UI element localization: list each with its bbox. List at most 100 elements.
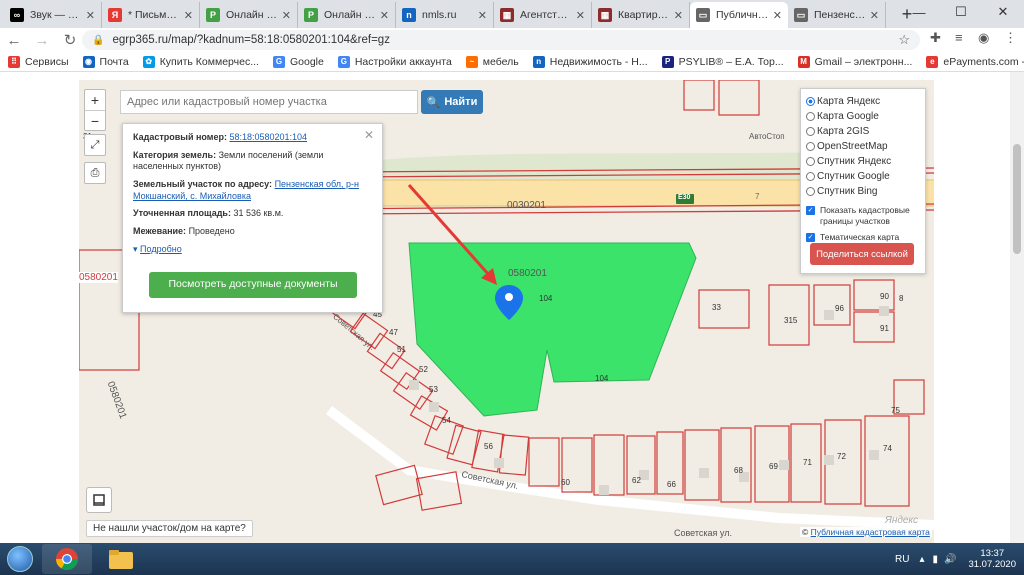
address-search-input[interactable]	[120, 90, 418, 114]
print-icon[interactable]: ⎙	[84, 162, 106, 184]
zoom-in-button[interactable]: +	[85, 90, 105, 110]
maximize-button[interactable]: ☐	[940, 0, 982, 24]
tab-close-icon[interactable]: ✕	[86, 9, 95, 22]
tab-title: Пензенская	[814, 9, 866, 21]
close-icon[interactable]: ✕	[364, 128, 374, 144]
fullscreen-icon[interactable]: ⤢	[84, 134, 106, 156]
basemap-option[interactable]: Карта 2GIS	[806, 124, 921, 139]
cadastral-map-link[interactable]: Публичная кадастровая карта	[811, 527, 930, 537]
scrollbar-thumb[interactable]	[1013, 144, 1021, 254]
bookmark-label: PSYLIB® – E.A. Тор...	[678, 55, 784, 68]
page-scrollbar[interactable]	[1010, 72, 1024, 543]
bookmark-icon: M	[797, 55, 810, 68]
start-button[interactable]	[2, 544, 38, 574]
tab-close-icon[interactable]: ✕	[380, 9, 389, 22]
view-documents-button[interactable]: Посмотреть доступные документы	[149, 272, 357, 298]
bookmark-star-icon[interactable]: ☆	[898, 32, 910, 48]
parcel-number: 68	[734, 466, 743, 475]
clock-date: 31.07.2020	[968, 559, 1016, 570]
bookmark-item[interactable]: G Настройки аккаунта	[337, 55, 452, 68]
browser-tab[interactable]: ▭ Публичная ✕	[690, 2, 788, 28]
bookmark-icon: ~	[465, 55, 478, 68]
language-indicator[interactable]: RU	[895, 554, 909, 565]
browser-tab[interactable]: P Онлайн под ✕	[298, 2, 396, 28]
parcel-number: 56	[484, 442, 493, 451]
browser-tab[interactable]: ▭ Пензенская ✕	[788, 2, 886, 28]
parcel-number: 60	[561, 478, 570, 487]
basemap-option[interactable]: OpenStreetMap	[806, 139, 921, 154]
boundaries-checkbox[interactable]: ✓ Показать кадастровые границы участков	[806, 205, 921, 226]
bookmark-item[interactable]: P PSYLIB® – E.A. Тор...	[661, 55, 784, 68]
copyright: © Публичная кадастровая карта	[800, 527, 932, 537]
bookmark-label: Gmail – электронн...	[814, 55, 913, 68]
search-button[interactable]: 🔍 Найти	[421, 90, 483, 114]
basemap-option[interactable]: Спутник Bing	[806, 184, 921, 199]
kadnum-link[interactable]: 58:18:0580201:104	[229, 132, 307, 142]
bookmark-label: Google	[289, 55, 324, 68]
minimize-button[interactable]: —	[898, 0, 940, 24]
bookmark-item[interactable]: ~ мебель	[465, 55, 519, 68]
tab-close-icon[interactable]: ✕	[282, 9, 291, 22]
browser-tab[interactable]: ∞ Звук — Экс ✕	[4, 2, 102, 28]
browser-tab[interactable]: ▦ Квартиры, I ✕	[592, 2, 690, 28]
bookmark-item[interactable]: G Google	[272, 55, 324, 68]
address-bar[interactable]: 🔒 egrp365.ru/map/?kadnum=58:18:0580201:1…	[82, 30, 920, 50]
extensions-icon[interactable]: ✚	[930, 30, 941, 46]
zoom-out-button[interactable]: −	[85, 110, 105, 130]
bookmark-item[interactable]: ◉ Почта	[82, 55, 129, 68]
browser-tab[interactable]: P Онлайн под ✕	[200, 2, 298, 28]
forward-button[interactable]: →	[28, 32, 56, 49]
share-link-button[interactable]: Поделиться ссылкой	[810, 243, 914, 265]
kadnum-label: Кадастровый номер:	[133, 132, 227, 142]
tab-favicon-icon: P	[206, 8, 220, 22]
basemap-option[interactable]: Карта Google	[806, 109, 921, 124]
radio-icon	[806, 112, 815, 121]
bookmark-item[interactable]: e ePayments.com - э...	[926, 55, 1024, 68]
basemap-option[interactable]: Карта Яндекс	[806, 94, 921, 109]
basemap-option[interactable]: Спутник Яндекс	[806, 154, 921, 169]
profile-icon[interactable]: ◉	[978, 30, 989, 46]
basemap-label: OpenStreetMap	[817, 141, 888, 152]
bookmark-item[interactable]: ✿ Купить Коммерчес...	[142, 55, 259, 68]
basemap-option[interactable]: Спутник Google	[806, 169, 921, 184]
back-button[interactable]: ←	[0, 32, 28, 49]
parcel-number: 91	[880, 324, 889, 333]
bookmark-icon: n	[532, 55, 545, 68]
thematic-label: Тематическая карта	[820, 232, 900, 243]
network-icon[interactable]: ▮	[932, 554, 938, 565]
taskbar-explorer[interactable]	[96, 544, 146, 574]
tab-title: Онлайн под	[226, 9, 278, 21]
not-found-link[interactable]: Не нашли участок/дом на карте?	[86, 520, 253, 537]
details-toggle[interactable]: ▾ Подробно	[133, 244, 372, 256]
tray-arrow-icon[interactable]: ▴	[919, 554, 924, 565]
tab-close-icon[interactable]: ✕	[773, 9, 782, 22]
playlist-icon[interactable]: ≡	[955, 30, 963, 45]
tab-close-icon[interactable]: ✕	[674, 9, 683, 22]
book-icon[interactable]	[86, 487, 112, 513]
tab-close-icon[interactable]: ✕	[184, 9, 193, 22]
tab-strip: ∞ Звук — Экс ✕ Я * Письмо «б ✕ P Онлайн под ✕ P Он…	[0, 0, 1024, 28]
tab-close-icon[interactable]: ✕	[870, 9, 879, 22]
browser-tab[interactable]: Я * Письмо «б ✕	[102, 2, 200, 28]
volume-icon[interactable]: 🔊	[944, 554, 956, 565]
browser-tab[interactable]: n nmls.ru ✕	[396, 2, 494, 28]
tab-favicon-icon: P	[304, 8, 318, 22]
thematic-checkbox[interactable]: ✓ Тематическая карта	[806, 232, 921, 243]
clock[interactable]: 13:37 31.07.2020	[968, 548, 1016, 571]
close-window-button[interactable]: ✕	[982, 0, 1024, 24]
bookmark-icon: G	[272, 55, 285, 68]
bookmark-item[interactable]: n Недвижимость - Н...	[532, 55, 648, 68]
taskbar-chrome[interactable]	[42, 544, 92, 574]
tab-favicon-icon: ∞	[10, 8, 24, 22]
basemap-label: Спутник Яндекс	[817, 156, 892, 167]
windows-logo-icon	[7, 546, 33, 572]
tab-close-icon[interactable]: ✕	[576, 9, 585, 22]
bookmark-item[interactable]: ⠿ Сервисы	[8, 55, 69, 68]
basemap-options: Карта Яндекс Карта Google Карта 2GIS OpenSt…	[806, 94, 921, 199]
bookmark-item[interactable]: M Gmail – электронн...	[797, 55, 913, 68]
browser-tab[interactable]: ▦ Агентство н ✕	[494, 2, 592, 28]
menu-icon[interactable]: ⋮	[1004, 30, 1017, 46]
category-row: Категория земель: Земли поселений (земли…	[133, 150, 372, 173]
reload-button[interactable]: ↻	[56, 31, 84, 49]
tab-close-icon[interactable]: ✕	[478, 9, 487, 22]
